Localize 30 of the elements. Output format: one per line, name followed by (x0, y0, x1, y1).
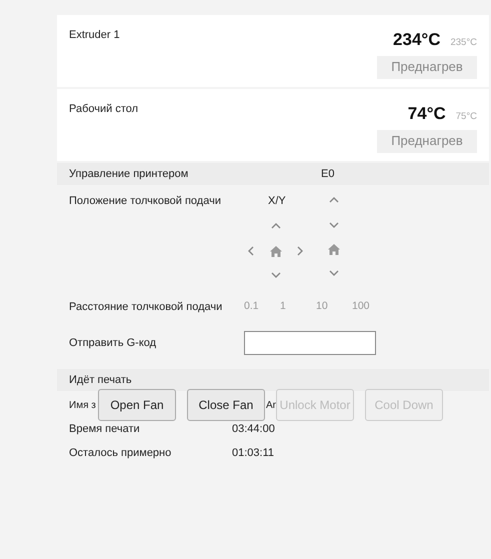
gcode-field[interactable] (244, 331, 376, 355)
row-label: Имя з (69, 400, 96, 411)
distance-option[interactable]: 0.1 (244, 299, 280, 315)
current-temperature: 74°C (408, 103, 446, 125)
distance-option[interactable]: 100 (352, 299, 388, 315)
home-icon (328, 244, 340, 254)
distance-option[interactable]: 1 (280, 299, 316, 315)
section-title: Идёт печать (69, 372, 132, 388)
row-label: Положение толчковой подачи (69, 194, 222, 209)
preheat-button[interactable]: Преднагрев (377, 130, 477, 152)
target-temperature: 75°C (456, 110, 477, 124)
heater-name: Рабочий стол (69, 102, 138, 117)
axis-label: E0 (321, 166, 334, 182)
target-temperature: 235°C (450, 36, 477, 50)
row-value: 01:03:11 (232, 446, 274, 461)
action-button[interactable]: Close Fan (187, 389, 265, 421)
row-value: 03:44:00 (232, 422, 275, 437)
row-label: Расстояние толчковой подачи (69, 300, 224, 315)
heater-name: Extruder 1 (69, 28, 120, 43)
row-label: Осталось примерно (69, 446, 172, 459)
current-temperature: 234°C (393, 29, 440, 51)
distance-option[interactable]: 10 (316, 299, 352, 315)
preheat-button[interactable]: Преднагрев (377, 56, 477, 78)
row-label: Время печати (69, 422, 140, 435)
home-icon (270, 246, 282, 256)
row-value: Ar (266, 398, 276, 412)
axis-label: X/Y (268, 194, 287, 209)
row-label: Отправить G-код (69, 336, 158, 351)
action-button[interactable]: Open Fan (98, 389, 176, 421)
section-title: Управление принтером (69, 166, 190, 182)
